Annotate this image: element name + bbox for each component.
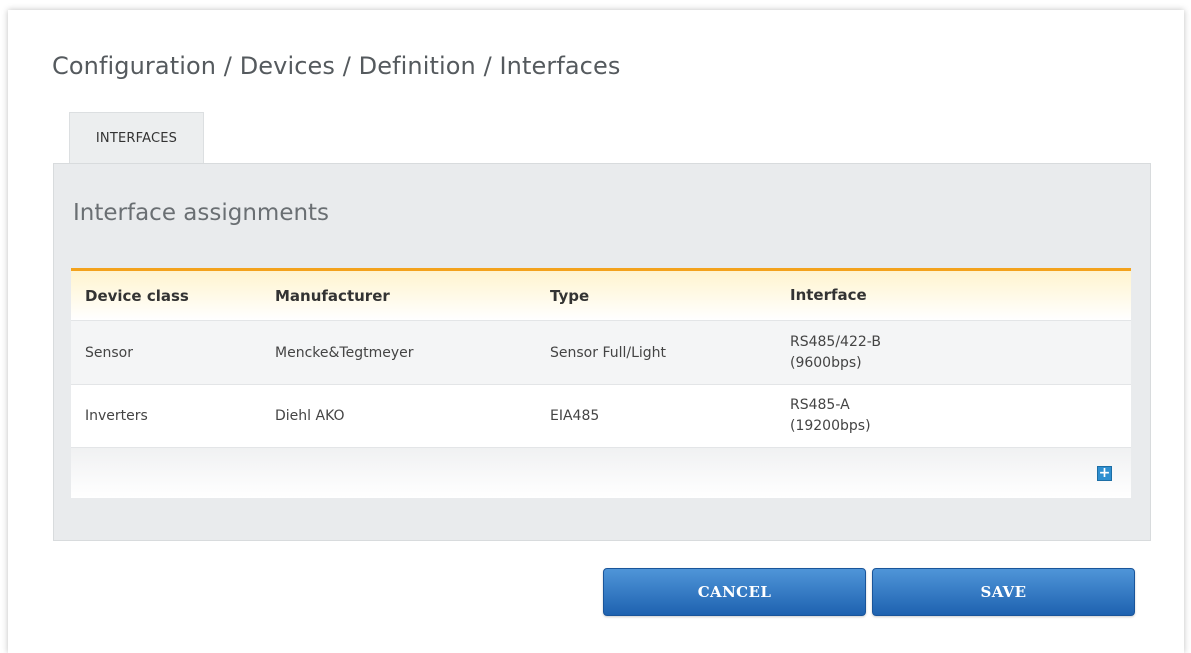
table-footer: + xyxy=(71,448,1131,498)
cell-interface: RS485/422-B (9600bps) xyxy=(790,332,881,374)
cell-manufacturer: Mencke&Tegtmeyer xyxy=(275,344,414,361)
cell-device-class: Sensor xyxy=(85,344,133,361)
section-title: Interface assignments xyxy=(73,200,330,226)
cell-interface: RS485-A (19200bps) xyxy=(790,395,871,437)
cancel-button[interactable]: CANCEL xyxy=(603,568,866,616)
header-type[interactable]: Type xyxy=(550,287,589,305)
tab-interfaces[interactable]: INTERFACES xyxy=(69,112,204,164)
dialog-frame: Configuration / Devices / Definition / I… xyxy=(8,10,1184,653)
interface-name: RS485-A xyxy=(790,397,850,413)
interface-speed: (19200bps) xyxy=(790,418,871,434)
interfaces-panel: Interface assignments Device class Manuf… xyxy=(53,163,1151,541)
table-row[interactable]: Sensor Mencke&Tegtmeyer Sensor Full/Ligh… xyxy=(71,320,1131,384)
cell-manufacturer: Diehl AKO xyxy=(275,408,345,424)
interface-name: RS485/422-B xyxy=(790,333,881,350)
interface-speed: (9600bps) xyxy=(790,354,862,371)
plus-icon[interactable]: + xyxy=(1097,466,1112,481)
header-manufacturer[interactable]: Manufacturer xyxy=(275,287,390,305)
header-device-class[interactable]: Device class xyxy=(85,287,189,305)
table-row[interactable]: Inverters Diehl AKO EIA485 RS485-A (1920… xyxy=(71,384,1131,448)
cell-type: EIA485 xyxy=(550,408,600,424)
cell-device-class: Inverters xyxy=(85,408,148,424)
cell-type: Sensor Full/Light xyxy=(550,344,667,361)
table-header: Device class Manufacturer Type Interface xyxy=(71,268,1131,320)
interface-table: Device class Manufacturer Type Interface… xyxy=(71,268,1131,498)
save-button[interactable]: SAVE xyxy=(872,568,1135,616)
header-interface[interactable]: Interface xyxy=(790,285,867,306)
breadcrumb: Configuration / Devices / Definition / I… xyxy=(52,52,621,80)
